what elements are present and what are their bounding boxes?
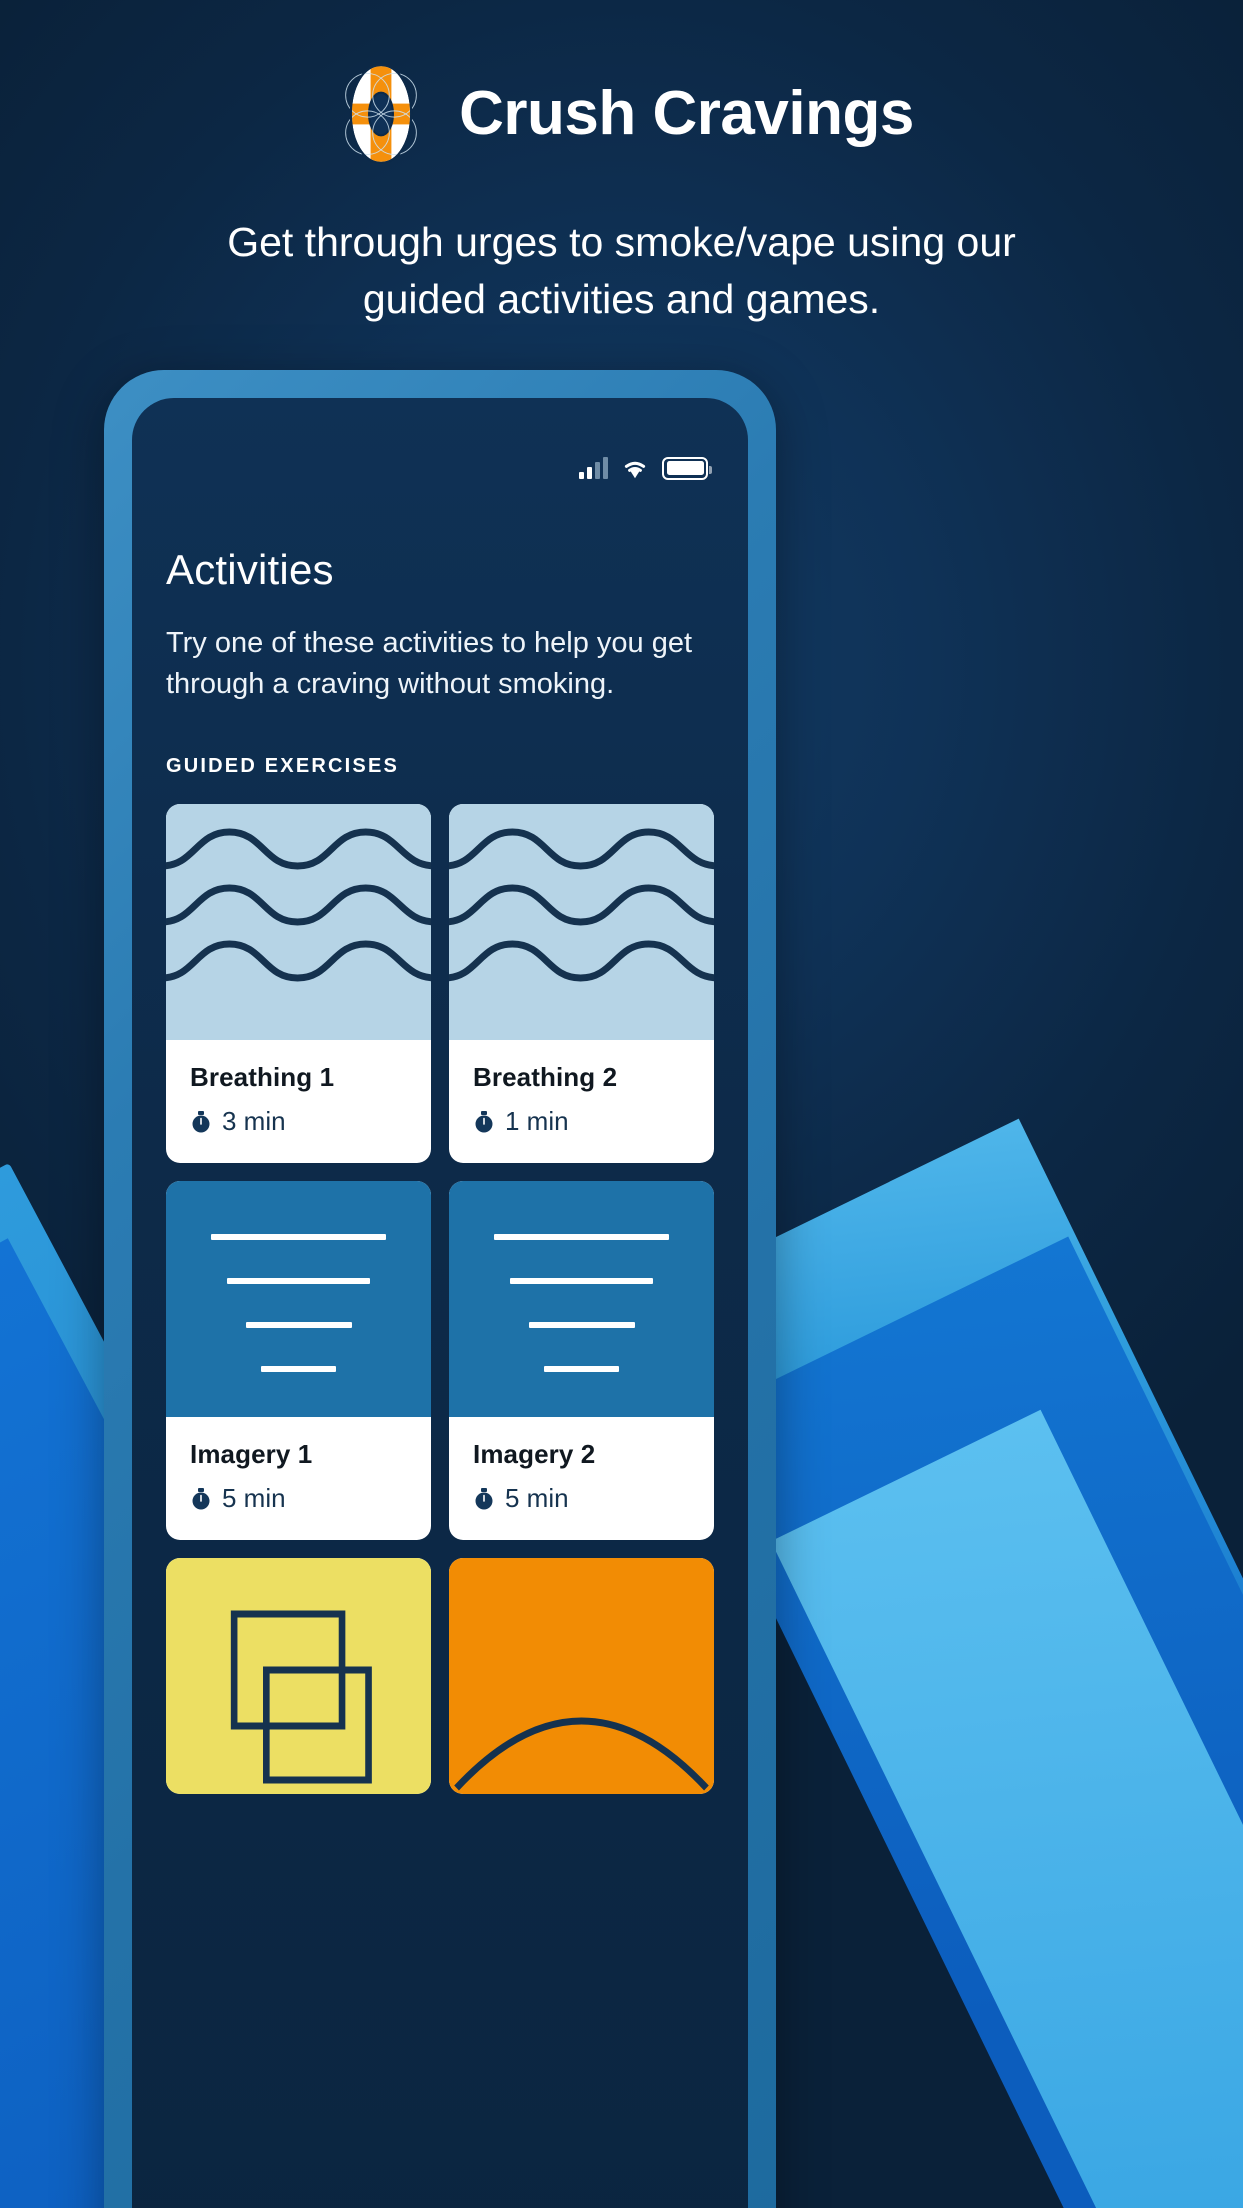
card-duration-text: 5 min (505, 1483, 569, 1514)
card-title: Breathing 2 (473, 1062, 618, 1093)
cellular-bars-icon (579, 457, 608, 479)
brand-lockup: Crush Cravings (0, 62, 1243, 166)
card-duration-text: 1 min (505, 1106, 569, 1137)
card-duration: 5 min (473, 1483, 690, 1514)
status-bar (166, 398, 714, 494)
activity-card-grid: Breathing 1 3 min Breathing 2 1 min Imag… (166, 804, 714, 1795)
card-artwork-arc (449, 1558, 714, 1795)
card-artwork-waves (449, 804, 714, 1041)
lines-illustration-icon (166, 1181, 431, 1417)
stopwatch-icon (192, 1110, 210, 1133)
card-duration: 1 min (473, 1106, 690, 1137)
lines-illustration-icon (449, 1181, 714, 1417)
activity-card-breathing-1[interactable]: Breathing 1 3 min (166, 804, 431, 1164)
card-duration-text: 3 min (222, 1106, 286, 1137)
card-artwork-lines (166, 1181, 431, 1418)
battery-full-icon (662, 456, 712, 480)
card-artwork-lines (449, 1181, 714, 1418)
card-title: Breathing 1 (190, 1062, 335, 1093)
activity-card-imagery-1[interactable]: Imagery 1 5 min (166, 1181, 431, 1541)
page-title: Activities (166, 546, 334, 593)
card-body: Breathing 1 3 min (166, 1040, 431, 1163)
card-duration: 5 min (190, 1483, 407, 1514)
card-body: Breathing 2 1 min (449, 1040, 714, 1163)
rectangles-illustration-icon (230, 1610, 372, 1784)
card-title: Imagery 2 (473, 1439, 596, 1470)
page-subtitle: Get through urges to smoke/vape using ou… (227, 219, 1016, 323)
card-duration: 3 min (190, 1106, 407, 1137)
card-artwork-rectangles (166, 1558, 431, 1795)
activity-card-breathing-2[interactable]: Breathing 2 1 min (449, 804, 714, 1164)
section-label-guided-exercises: GUIDED EXERCISES (166, 755, 400, 778)
arc-illustration-icon (454, 1718, 709, 1791)
card-artwork-waves (166, 804, 431, 1041)
card-title: Imagery 1 (190, 1439, 313, 1470)
stopwatch-icon (192, 1487, 210, 1510)
card-duration-text: 5 min (222, 1483, 286, 1514)
activity-card-imagery-2[interactable]: Imagery 2 5 min (449, 1181, 714, 1541)
wave-illustration-icon (166, 828, 431, 982)
life-ring-icon (345, 64, 417, 164)
stopwatch-icon (475, 1487, 493, 1510)
activity-card-games-2[interactable] (449, 1558, 714, 1795)
page-header: Crush Cravings Get through urges to smok… (0, 0, 1243, 329)
wave-illustration-icon (449, 828, 714, 982)
brand-title: Crush Cravings (459, 79, 914, 148)
card-body: Imagery 1 5 min (166, 1417, 431, 1540)
activity-card-games-1[interactable] (166, 1558, 431, 1795)
wifi-icon (624, 461, 646, 479)
phone-screen: Activities Try one of these activities t… (132, 398, 748, 2208)
stopwatch-icon (475, 1110, 493, 1133)
page-description: Try one of these activities to help you … (166, 627, 693, 701)
phone-mockup: Activities Try one of these activities t… (104, 370, 776, 2208)
card-body: Imagery 2 5 min (449, 1417, 714, 1540)
